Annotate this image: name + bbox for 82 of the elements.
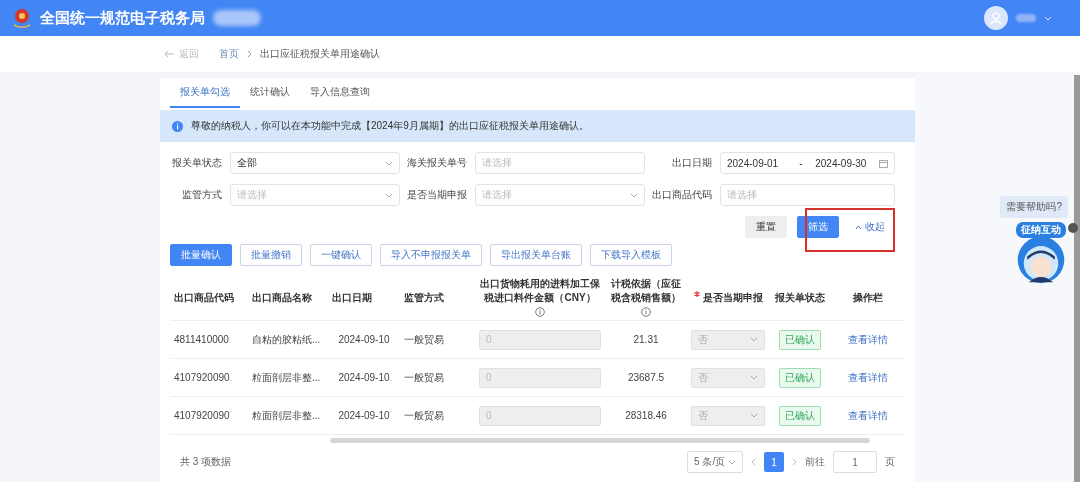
status-tag: 已确认 [779, 329, 821, 350]
site-title: 全国统一规范电子税务局 [40, 8, 205, 28]
table-cell: 4811410000 [170, 320, 248, 359]
table-cell: 一般贸易 [400, 320, 475, 359]
action-button[interactable]: 批量确认 [170, 244, 232, 266]
chevron-right-icon [247, 50, 252, 58]
filter-label: 监管方式 [181, 188, 223, 202]
action-button[interactable]: 一键确认 [310, 244, 372, 266]
page-suffix: 页 [885, 455, 895, 469]
details-link[interactable]: 查看详情 [848, 370, 888, 385]
page-button[interactable]: 1 [764, 452, 784, 472]
breadcrumb-item[interactable]: 首页 [219, 47, 239, 61]
table-cell: 2024-09-10 [328, 320, 400, 359]
tab[interactable]: 报关单勾选 [170, 78, 240, 108]
goto-label: 前往 [805, 455, 825, 469]
select-field[interactable]: 全部 [230, 152, 400, 174]
table-cell: 自粘的胶粘纸... [248, 320, 328, 359]
mascot-label: 征纳互动 [1016, 222, 1066, 238]
action-button[interactable]: 导入不申报报关单 [380, 244, 482, 266]
prev-page-icon[interactable] [751, 458, 756, 466]
blurred-label [1016, 14, 1036, 22]
tab[interactable]: 导入信息查询 [300, 78, 380, 108]
caret-icon [385, 192, 393, 198]
table-cell: 21.31 [605, 320, 687, 359]
reset-button[interactable]: 重置 [745, 216, 787, 238]
total-count: 共 3 项数据 [180, 455, 232, 469]
next-page-icon[interactable] [792, 458, 797, 466]
tab[interactable]: 统计确认 [240, 78, 300, 108]
caret-icon [385, 160, 393, 166]
back-arrow-icon [163, 50, 175, 58]
column-header: 出口日期 [328, 276, 400, 321]
filter-label: 是否当期申报 [406, 188, 468, 202]
details-link[interactable]: 查看详情 [848, 332, 888, 347]
page-size-select[interactable]: 5 条/页 [687, 451, 743, 473]
page-input[interactable]: 1 [833, 451, 877, 473]
column-header: 监管方式 [400, 276, 475, 321]
action-button[interactable]: 下载导入模板 [590, 244, 672, 266]
blurred-label [213, 10, 261, 26]
table-cell: 23687.5 [605, 358, 687, 397]
table-cell: 2024-09-10 [328, 396, 400, 434]
table-cell: 28318.46 [605, 396, 687, 434]
calendar-icon [879, 158, 888, 168]
collapse-link[interactable]: 收起 [849, 219, 891, 235]
action-button[interactable]: 批量撤销 [240, 244, 302, 266]
notice-text: 尊敬的纳税人，你可以在本功能中完成【2024年9月属期】的出口应征税报关单用途确认。 [191, 119, 589, 133]
table-cell: 4107920090 [170, 396, 248, 434]
handle-icon[interactable] [1068, 223, 1078, 233]
caret-icon [630, 192, 638, 198]
column-header: 是否当期申报 [687, 276, 769, 321]
chevron-down-icon[interactable] [1044, 15, 1052, 21]
table-cell: 粒面剖层非整... [248, 396, 328, 434]
table-cell: 一般贸易 [400, 396, 475, 434]
help-bubble[interactable]: 需要帮助吗? [1000, 196, 1068, 218]
avatar-icon[interactable] [984, 6, 1008, 30]
filter-label: 出口商品代码 [651, 188, 713, 202]
column-header: 出口货物耗用的进料加工保税进口料件金额（CNY） [475, 276, 605, 321]
caret-icon [750, 337, 758, 342]
caret-icon [750, 413, 758, 418]
filter-label: 报关单状态 [171, 156, 223, 170]
filter-label: 出口日期 [671, 156, 713, 170]
table-cell: 4107920090 [170, 358, 248, 397]
breadcrumb-item: 出口应征税报关单用途确认 [260, 47, 380, 61]
date-range-field[interactable]: 2024-09-01 - 2024-09-30 [720, 152, 895, 174]
emblem-icon [12, 7, 32, 29]
table-cell: 2024-09-10 [328, 358, 400, 397]
column-header: 操作栏 [831, 276, 905, 321]
table-cell: 一般贸易 [400, 358, 475, 397]
status-tag: 已确认 [779, 367, 821, 388]
chevron-up-icon [855, 224, 862, 230]
details-link[interactable]: 查看详情 [848, 408, 888, 423]
column-header: 报关单状态 [769, 276, 831, 321]
caret-icon [750, 375, 758, 380]
column-header: 出口商品代码 [170, 276, 248, 321]
action-button[interactable]: 导出报关单台账 [490, 244, 582, 266]
column-header: 计税依据（应征税含税销售额） [605, 276, 687, 321]
caret-icon [728, 459, 736, 465]
filter-button[interactable]: 筛选 [797, 216, 839, 238]
filter-label: 海关报关单号 [406, 156, 468, 170]
table-cell: 粒面剖层非整... [248, 358, 328, 397]
column-header: 出口商品名称 [248, 276, 328, 321]
info-icon [172, 120, 183, 132]
status-tag: 已确认 [779, 405, 821, 426]
